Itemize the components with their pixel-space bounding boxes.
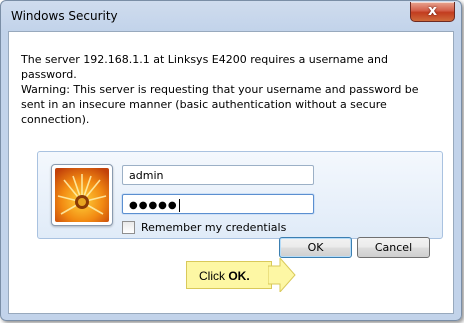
text-caret: [178, 198, 180, 212]
yellow-arrow-icon: [268, 258, 296, 292]
close-button[interactable]: x: [410, 2, 455, 22]
remember-checkbox[interactable]: [122, 220, 135, 234]
remember-label: Remember my credentials: [141, 221, 287, 234]
ok-button[interactable]: OK: [279, 237, 352, 258]
server-message: The server 192.168.1.1 at Linksys E4200 …: [21, 53, 388, 81]
security-warning: Warning: This server is requesting that …: [21, 83, 419, 126]
title-bar: Windows Security x: [1, 1, 461, 31]
dialog-title: Windows Security: [11, 9, 118, 23]
instruction-callout: Click OK.: [186, 261, 272, 289]
cancel-button[interactable]: Cancel: [357, 237, 430, 258]
callout-prefix: Click: [199, 269, 229, 283]
password-mask: ●●●●●: [129, 200, 178, 211]
credential-panel: admin ●●●●● Remember my credentials: [37, 151, 443, 239]
remember-credentials[interactable]: Remember my credentials: [122, 220, 287, 235]
password-field[interactable]: ●●●●●: [122, 194, 314, 214]
flower-user-tile-icon: [55, 168, 109, 222]
close-icon: x: [427, 3, 438, 19]
username-field[interactable]: admin: [122, 165, 314, 185]
callout-bold: OK.: [228, 269, 250, 283]
user-tile: [51, 164, 113, 226]
